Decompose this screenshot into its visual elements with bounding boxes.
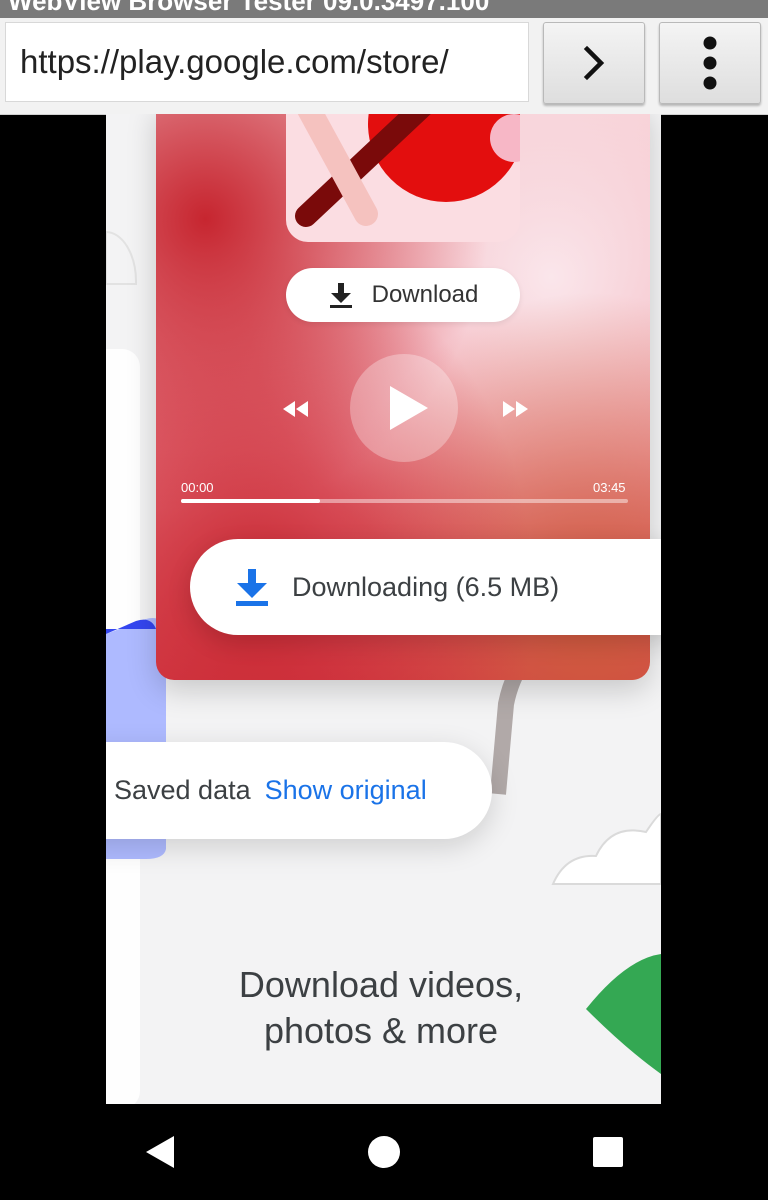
browser-toolbar [0,18,768,115]
overflow-menu-button[interactable] [659,22,761,104]
download-chip-label: Download [371,281,479,308]
progress-fill [181,499,320,503]
time-total: 03:45 [593,480,626,495]
fast-forward-icon[interactable] [500,399,530,419]
home-icon[interactable] [367,1135,401,1169]
chevron-right-icon [583,45,605,81]
download-icon [236,569,268,606]
url-input[interactable] [5,22,529,102]
saved-data-pill: Saved data Show original [106,742,492,839]
rewind-icon[interactable] [281,399,311,419]
go-button[interactable] [543,22,645,104]
show-original-link[interactable]: Show original [265,775,427,806]
system-nav-bar [0,1104,768,1200]
headline-line-2: photos & more [263,1010,499,1051]
album-art [286,114,520,242]
album-art-illustration [295,114,520,227]
status-bar: WebView Browser Tester 09.0.3497.100 [0,0,768,18]
progress-track[interactable] [181,499,628,503]
back-icon[interactable] [144,1134,178,1170]
feature-headline: Download videos, photos & more [166,962,596,1054]
downloading-status-pill: Downloading (6.5 MB) [190,539,661,635]
recents-icon[interactable] [592,1136,624,1168]
more-vert-icon [703,36,717,90]
time-elapsed: 00:00 [181,480,214,495]
download-chip[interactable]: Download [286,268,520,322]
play-button[interactable] [350,354,458,462]
app-title: WebView Browser Tester 09.0.3497.100 [8,0,490,16]
saved-data-label: Saved data [114,775,251,805]
download-icon [329,283,352,308]
headline-line-1: Download videos, [238,964,524,1005]
downloading-label: Downloading (6.5 MB) [292,571,560,602]
web-content[interactable]: Download 00:00 03:45 Downloading (6.5 MB… [106,114,661,1104]
play-icon [390,386,428,430]
